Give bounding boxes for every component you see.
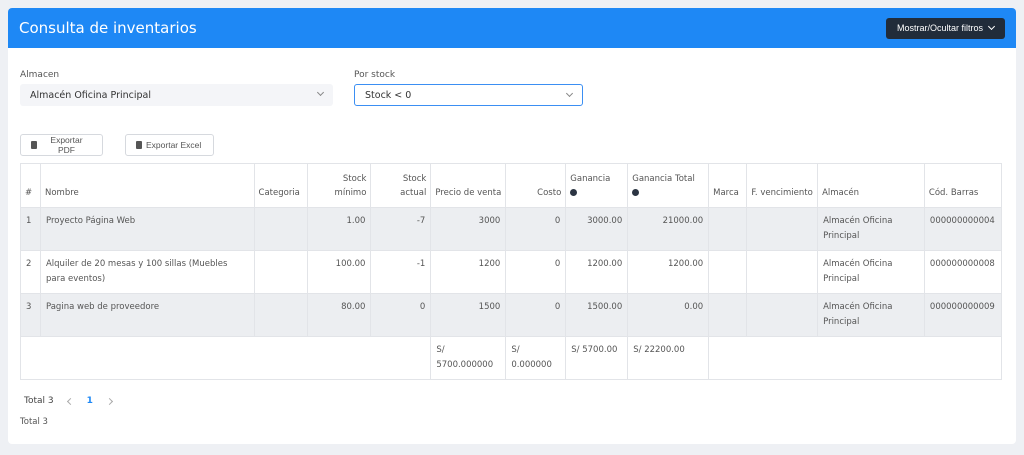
cell-almacen: Almacén Oficina Principal <box>817 293 925 337</box>
total-ganancia-total: S/ 22200.00 <box>627 336 710 380</box>
col-header-nombre[interactable]: Nombre <box>39 163 255 208</box>
cell-num: 1 <box>20 207 41 251</box>
almacen-select[interactable]: Almacén Oficina Principal <box>20 84 333 106</box>
cell-costo: 0 <box>505 293 567 337</box>
pagination: Total 3 1 <box>24 396 113 406</box>
cell-almacen: Almacén Oficina Principal <box>817 250 925 294</box>
col-header-categoria[interactable]: Categoria <box>253 163 308 208</box>
chevron-right-icon[interactable] <box>105 397 113 405</box>
page-header: Consulta de inventarios Mostrar/Ocultar … <box>8 8 1016 48</box>
ganancia-header-label: Ganancia <box>570 174 611 184</box>
almacen-filter-label: Almacen <box>20 70 60 80</box>
page-number[interactable]: 1 <box>87 396 93 406</box>
total-precio-venta: S/ 5700.000000 <box>430 336 507 380</box>
col-header-marca[interactable]: Marca <box>708 163 748 208</box>
table-row[interactable]: 2 Alquiler de 20 mesas y 100 sillas (Mue… <box>20 250 1003 294</box>
cell-almacen: Almacén Oficina Principal <box>817 207 925 251</box>
col-header-cod-barras[interactable]: Cód. Barras <box>923 163 1003 208</box>
total-ganancia: S/ 5700.00 <box>565 336 629 380</box>
cell-marca <box>708 250 748 294</box>
almacen-select-value: Almacén Oficina Principal <box>30 89 151 101</box>
cell-stock-actual: -1 <box>370 250 432 294</box>
cell-stock-minimo: 100.00 <box>306 250 372 294</box>
excel-file-icon <box>136 141 142 149</box>
export-pdf-button[interactable]: Exportar PDF <box>20 134 103 156</box>
col-header-ganancia[interactable]: Ganancia <box>565 163 629 208</box>
cell-categoria <box>253 207 308 251</box>
cell-ganancia-total: 21000.00 <box>627 207 710 251</box>
toggle-filters-button[interactable]: Mostrar/Ocultar filtros <box>885 17 1005 39</box>
cell-stock-actual: -7 <box>370 207 432 251</box>
table-header-row: # Nombre Categoria Stock mínimo Stock ac… <box>20 163 1003 208</box>
toggle-filters-label: Mostrar/Ocultar filtros <box>896 23 983 33</box>
col-header-stock-minimo[interactable]: Stock mínimo <box>306 163 372 208</box>
cell-vencimiento <box>746 207 819 251</box>
totals-row: S/ 5700.000000 S/ 0.000000 S/ 5700.00 S/… <box>19 336 1002 380</box>
cell-costo: 0 <box>505 207 567 251</box>
cell-cod-barras: 000000000008 <box>923 250 1003 294</box>
chevron-down-icon <box>316 88 325 97</box>
cell-ganancia: 1200.00 <box>565 250 629 294</box>
ganancia-total-header-label: Ganancia Total <box>632 174 695 184</box>
export-excel-label: Exportar Excel <box>146 140 202 150</box>
cell-num: 3 <box>20 293 41 337</box>
stock-select-value: Stock < 0 <box>365 89 412 101</box>
total-costo: S/ 0.000000 <box>505 336 567 380</box>
cell-ganancia: 3000.00 <box>565 207 629 251</box>
stock-select[interactable]: Stock < 0 <box>354 84 583 106</box>
cell-ganancia-total: 0.00 <box>627 293 710 337</box>
stock-filter-label: Por stock <box>354 70 396 80</box>
footer-total: Total 3 <box>20 417 48 427</box>
chevron-down-icon <box>565 89 574 98</box>
pdf-file-icon <box>31 141 37 149</box>
cell-vencimiento <box>746 293 819 337</box>
totals-spacer <box>19 336 432 380</box>
cell-stock-actual: 0 <box>370 293 432 337</box>
cell-categoria <box>253 293 308 337</box>
inventory-card: Consulta de inventarios Mostrar/Ocultar … <box>8 8 1016 444</box>
chevron-left-icon[interactable] <box>66 397 74 405</box>
cell-stock-minimo: 80.00 <box>306 293 372 337</box>
info-icon[interactable] <box>570 189 578 196</box>
col-header-precio-venta[interactable]: Precio de venta <box>430 163 507 208</box>
cell-cod-barras: 000000000009 <box>923 293 1003 337</box>
table-row[interactable]: 3 Pagina web de proveedore 80.00 0 1500 … <box>20 293 1003 337</box>
col-header-almacen[interactable]: Almacén <box>817 163 925 208</box>
col-header-costo[interactable]: Costo <box>505 163 567 208</box>
cell-precio-venta: 1500 <box>430 293 507 337</box>
col-header-vencimiento[interactable]: F. vencimiento <box>746 163 819 208</box>
cell-categoria <box>253 250 308 294</box>
table-row[interactable]: 1 Proyecto Página Web 1.00 -7 3000 0 300… <box>20 207 1003 251</box>
cell-ganancia-total: 1200.00 <box>627 250 710 294</box>
export-excel-button[interactable]: Exportar Excel <box>125 134 214 156</box>
filters-panel: Almacen Almacén Oficina Principal Por st… <box>20 70 590 110</box>
cell-marca <box>708 207 748 251</box>
cell-nombre: Alquiler de 20 mesas y 100 sillas (Muebl… <box>39 250 255 294</box>
col-header-num: # <box>20 163 41 208</box>
col-header-ganancia-total[interactable]: Ganancia Total <box>627 163 710 208</box>
cell-stock-minimo: 1.00 <box>306 207 372 251</box>
inventory-table: # Nombre Categoria Stock mínimo Stock ac… <box>19 163 1003 380</box>
cell-nombre: Proyecto Página Web <box>39 207 255 251</box>
pagination-total: Total 3 <box>24 396 54 406</box>
export-pdf-label: Exportar PDF <box>50 135 83 155</box>
totals-spacer-right <box>708 336 1002 380</box>
cell-ganancia: 1500.00 <box>565 293 629 337</box>
cell-precio-venta: 3000 <box>430 207 507 251</box>
cell-nombre: Pagina web de proveedore <box>39 293 255 337</box>
page-title: Consulta de inventarios <box>19 19 197 37</box>
cell-costo: 0 <box>505 250 567 294</box>
cell-num: 2 <box>20 250 41 294</box>
cell-vencimiento <box>746 250 819 294</box>
chevron-down-icon <box>987 22 996 31</box>
cell-marca <box>708 293 748 337</box>
col-header-stock-actual[interactable]: Stock actual <box>370 163 432 208</box>
cell-cod-barras: 000000000004 <box>923 207 1003 251</box>
cell-precio-venta: 1200 <box>430 250 507 294</box>
info-icon[interactable] <box>632 189 640 196</box>
